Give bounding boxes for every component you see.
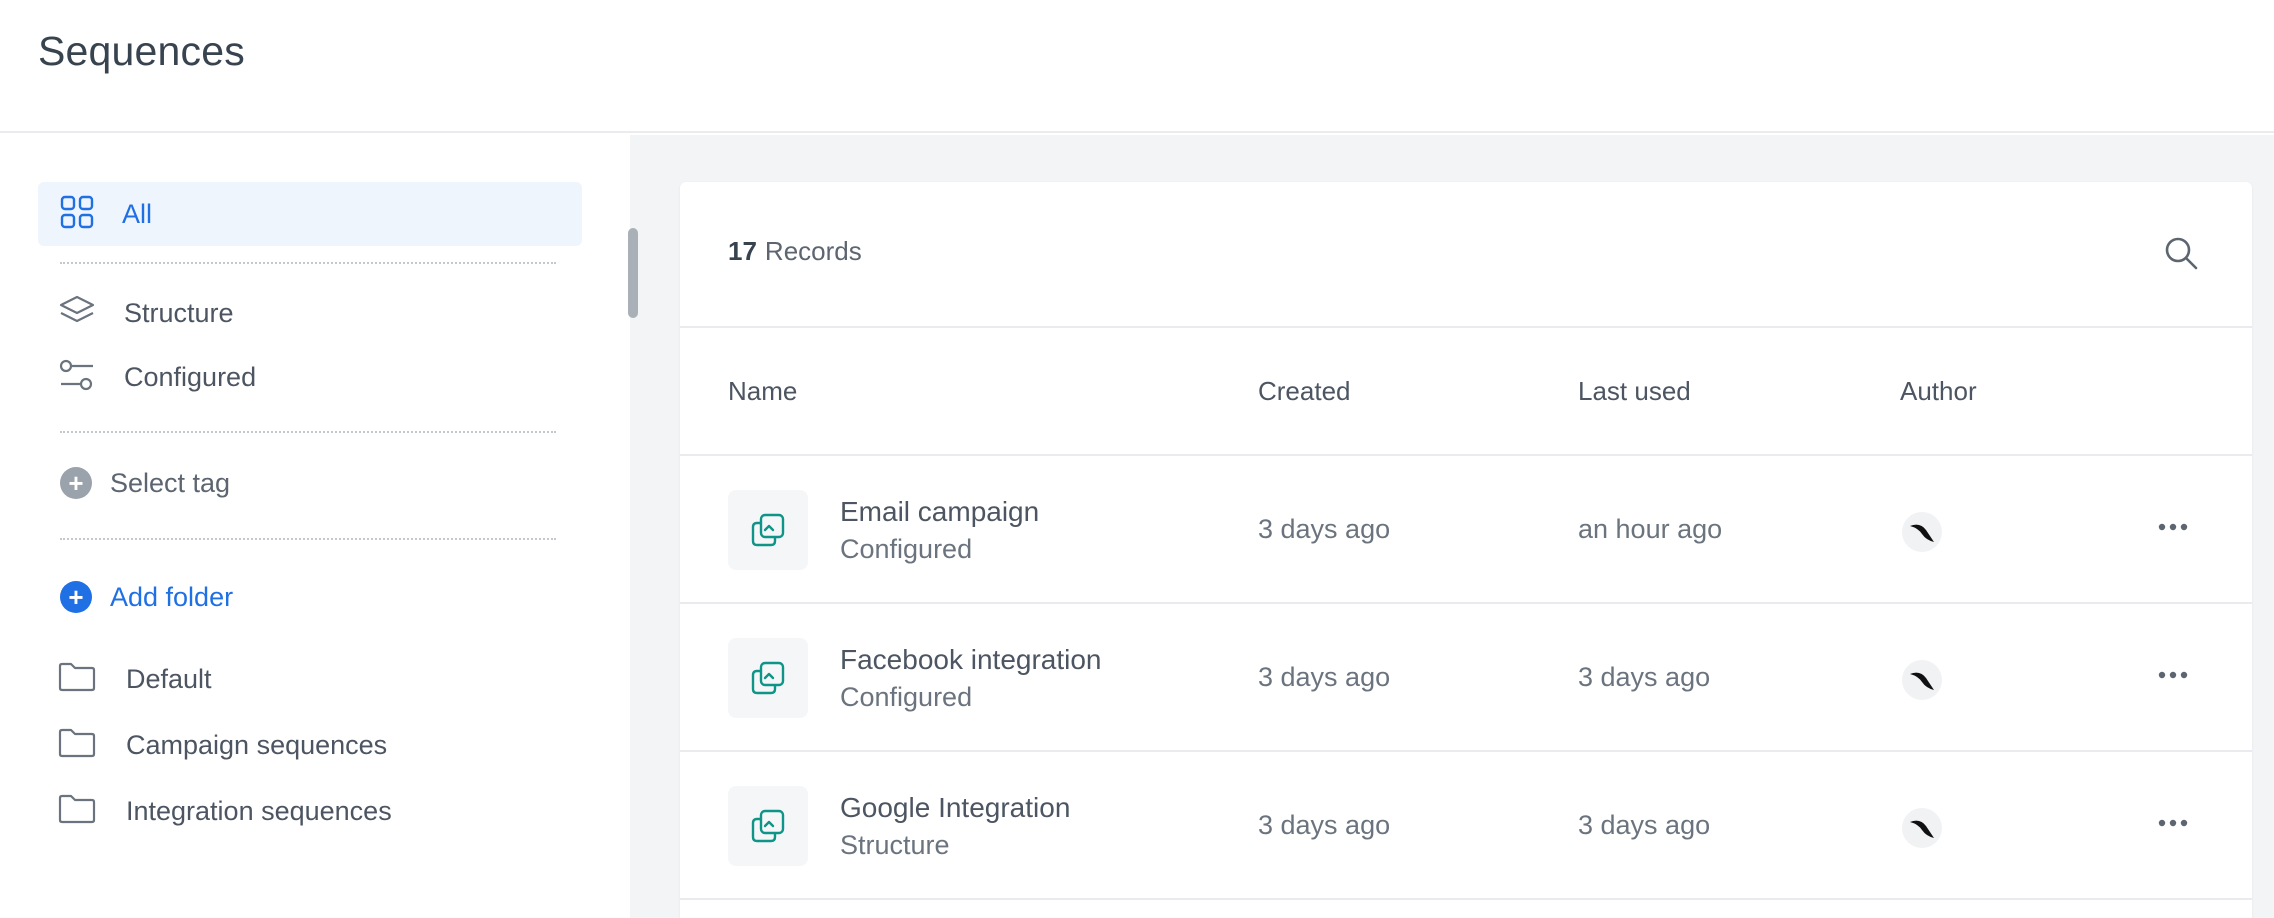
more-options-button[interactable] bbox=[2152, 654, 2194, 696]
folder-icon bbox=[58, 728, 96, 763]
folder-label: Integration sequences bbox=[126, 795, 392, 826]
table-row[interactable]: Email campaign Configured 3 days ago an … bbox=[680, 456, 2252, 604]
column-header-name[interactable]: Name bbox=[728, 376, 797, 407]
plus-circle-icon: + bbox=[60, 581, 92, 613]
folder-label: Default bbox=[126, 663, 212, 694]
add-folder-button[interactable]: + Add folder bbox=[60, 576, 233, 618]
author-avatar bbox=[1902, 512, 1942, 552]
last-used-date: 3 days ago bbox=[1578, 810, 1711, 840]
grid-icon bbox=[60, 195, 94, 234]
sequence-type: Structure bbox=[840, 830, 950, 860]
records-label: Records bbox=[764, 236, 862, 266]
column-header-last-used[interactable]: Last used bbox=[1578, 376, 1691, 407]
column-header-created[interactable]: Created bbox=[1258, 376, 1351, 407]
created-date: 3 days ago bbox=[1258, 662, 1391, 692]
more-horizontal-icon bbox=[2158, 814, 2188, 832]
filter-configured[interactable]: Configured bbox=[58, 356, 256, 398]
select-tag-label: Select tag bbox=[110, 467, 231, 498]
filter-configured-label: Configured bbox=[124, 361, 257, 392]
created-date: 3 days ago bbox=[1258, 810, 1391, 840]
search-button[interactable] bbox=[2162, 234, 2200, 272]
sidebar-divider bbox=[60, 431, 556, 433]
more-horizontal-icon bbox=[2158, 666, 2188, 684]
filter-all-label: All bbox=[122, 198, 153, 229]
sidebar-divider bbox=[60, 262, 556, 264]
layers-icon bbox=[58, 294, 96, 333]
last-used-date: 3 days ago bbox=[1578, 662, 1711, 692]
table-row[interactable]: Facebook integration Configured 3 days a… bbox=[680, 604, 2252, 752]
more-horizontal-icon bbox=[2158, 518, 2188, 536]
column-header-author[interactable]: Author bbox=[1900, 376, 1977, 407]
sidebar-divider bbox=[60, 538, 556, 540]
row-divider bbox=[680, 898, 2252, 900]
more-options-button[interactable] bbox=[2152, 506, 2194, 548]
folder-label: Campaign sequences bbox=[126, 729, 388, 760]
created-date: 3 days ago bbox=[1258, 514, 1391, 544]
sequence-icon bbox=[728, 638, 808, 718]
more-options-button[interactable] bbox=[2152, 802, 2194, 844]
header-divider bbox=[680, 326, 2252, 328]
add-folder-label: Add folder bbox=[110, 581, 234, 612]
top-bar: Sequences bbox=[0, 0, 2274, 133]
author-avatar bbox=[1902, 808, 1942, 848]
sequence-name[interactable]: Email campaign bbox=[840, 496, 1039, 528]
sequence-icon bbox=[728, 786, 808, 866]
sequence-name[interactable]: Facebook integration bbox=[840, 644, 1102, 676]
filter-structure[interactable]: Structure bbox=[58, 292, 234, 334]
folder-default[interactable]: Default bbox=[58, 658, 212, 700]
select-tag-button[interactable]: + Select tag bbox=[60, 462, 230, 504]
sequence-icon bbox=[728, 490, 808, 570]
folder-campaign-sequences[interactable]: Campaign sequences bbox=[58, 724, 387, 766]
sliders-icon bbox=[58, 358, 96, 397]
table-row[interactable]: Google Integration Structure 3 days ago … bbox=[680, 752, 2252, 900]
author-avatar bbox=[1902, 660, 1942, 700]
last-used-date: an hour ago bbox=[1578, 514, 1723, 544]
records-count: 17 bbox=[728, 236, 757, 266]
search-icon bbox=[2162, 237, 2200, 276]
plus-circle-icon: + bbox=[60, 467, 92, 499]
page-title: Sequences bbox=[38, 28, 245, 74]
sequence-type: Configured bbox=[840, 534, 973, 564]
folder-integration-sequences[interactable]: Integration sequences bbox=[58, 790, 392, 832]
filter-all[interactable]: All bbox=[38, 182, 582, 246]
folder-icon bbox=[58, 794, 96, 829]
filter-structure-label: Structure bbox=[124, 297, 234, 328]
sequence-name[interactable]: Google Integration bbox=[840, 792, 1070, 824]
folder-icon bbox=[58, 662, 96, 697]
records-summary: 17 Records bbox=[728, 236, 862, 267]
sidebar-scrollbar[interactable] bbox=[628, 228, 638, 318]
sequence-type: Configured bbox=[840, 682, 973, 712]
records-panel: 17 Records Name Created Last used Author … bbox=[680, 182, 2252, 918]
